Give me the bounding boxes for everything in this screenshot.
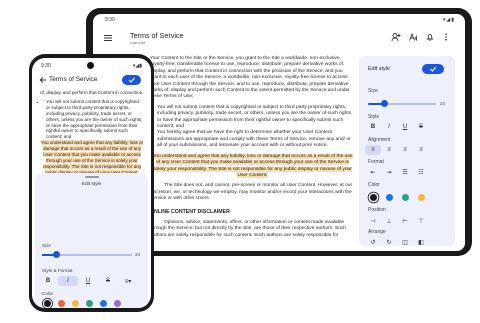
- document-body: Your Content to the Site or the Service,…: [150, 56, 355, 243]
- check-icon: [430, 66, 437, 72]
- color-swatch-yellow[interactable]: [72, 300, 79, 307]
- camera-cutout: [87, 62, 94, 69]
- add-person-icon[interactable]: [391, 32, 401, 42]
- position-right-icon[interactable]: ⊢: [397, 216, 413, 226]
- color-swatch-blue[interactable]: [386, 194, 393, 201]
- doc-bullet-list: You will not submit content that is copy…: [150, 105, 355, 150]
- notification-icon[interactable]: [425, 32, 435, 42]
- doc-paragraph: Your Content to the Site or the Service,…: [150, 56, 350, 100]
- arrange-label: Arrange: [368, 229, 386, 235]
- arrange-toolbar: ↺ ↻ ◫ ◧: [365, 237, 429, 247]
- rotate-right-icon[interactable]: ↻: [381, 237, 397, 247]
- align-justify-icon[interactable]: ≡: [413, 145, 429, 155]
- position-label: Position: [368, 207, 386, 213]
- color-swatch-teal[interactable]: [86, 300, 93, 307]
- size-value: 24: [135, 252, 141, 257]
- color-swatch-yellow[interactable]: [418, 194, 425, 201]
- bold-icon[interactable]: B: [365, 122, 381, 132]
- color-swatch-purple[interactable]: [114, 300, 121, 307]
- italic-icon[interactable]: I: [58, 276, 78, 286]
- size-slider-handle[interactable]: [381, 100, 388, 107]
- bulleted-list-icon[interactable]: ☷: [413, 167, 429, 177]
- position-left-icon[interactable]: ⊣: [365, 216, 381, 226]
- page-subtitle: Last edit: [130, 40, 146, 45]
- size-label: Size: [368, 88, 378, 94]
- sheet-drag-handle[interactable]: [85, 176, 99, 178]
- doc-heading: ONLINE CONTENT DISCLAIMER: [150, 208, 230, 215]
- edit-style-panel: Edit style Size 24 Style B I U S Alignme…: [359, 56, 455, 246]
- confirm-button[interactable]: [122, 75, 141, 85]
- strikethrough-icon[interactable]: S: [98, 276, 118, 286]
- size-slider-handle[interactable]: [53, 251, 60, 258]
- menu-icon[interactable]: [103, 33, 113, 43]
- doc-bullet: You hereby agree that we have the right …: [157, 130, 355, 149]
- panel-title: Edit style: [368, 66, 390, 72]
- page-title: Terms of Service: [49, 76, 98, 83]
- format-label: Format: [368, 159, 384, 165]
- color-swatch-blue[interactable]: [100, 300, 107, 307]
- color-swatch-orange[interactable]: [58, 300, 65, 307]
- sheet-title: Edit style: [81, 182, 102, 187]
- doc-paragraph: Opinions, advice, statements, offers, or…: [150, 219, 347, 238]
- status-time: 9:30: [105, 17, 115, 23]
- bring-forward-icon[interactable]: ◫: [397, 237, 413, 247]
- underline-icon[interactable]: U: [78, 276, 98, 286]
- numbered-list-icon[interactable]: ☰: [397, 167, 413, 177]
- phone-screen: 9:30 ▾◢▮ Terms of Service of, display, a…: [32, 58, 151, 308]
- doc-bullet: You will not submit content that is copy…: [46, 99, 144, 140]
- style-toolbar: B I U S: [365, 122, 429, 132]
- italic-icon[interactable]: I: [381, 122, 397, 132]
- position-center-icon[interactable]: ⊥: [381, 216, 397, 226]
- style-format-label: Style & Format: [42, 268, 73, 273]
- indent-decrease-icon[interactable]: ⇤: [365, 167, 381, 177]
- highlight-selection: You understand and agree that any liabil…: [152, 153, 353, 178]
- size-value: 24: [440, 101, 446, 106]
- text-format-icon[interactable]: [408, 32, 418, 42]
- color-label: Color: [368, 182, 380, 188]
- color-swatch-black[interactable]: [370, 194, 377, 201]
- alignment-label: Alignment: [368, 137, 391, 143]
- align-center-icon[interactable]: ≡: [381, 145, 397, 155]
- position-toolbar: ⊣ ⊥ ⊢ ⊤: [365, 216, 429, 226]
- doc-highlighted-paragraph[interactable]: You understand and agree that any liabil…: [40, 140, 144, 175]
- color-swatch-teal[interactable]: [402, 194, 409, 201]
- rotate-left-icon[interactable]: ↺: [365, 237, 381, 247]
- format-toolbar: ⇤ ⇥ ☰ ☷: [365, 167, 429, 177]
- check-icon: [128, 77, 135, 83]
- more-vert-icon[interactable]: [441, 32, 451, 42]
- align-dropdown-icon[interactable]: ≡▾: [118, 276, 138, 286]
- size-label: Size: [42, 243, 51, 248]
- doc-highlighted-paragraph[interactable]: You understand and agree that any liabil…: [150, 153, 355, 180]
- alignment-toolbar: ≡ ≡ ≡ ≡: [365, 145, 429, 155]
- strikethrough-icon[interactable]: S: [413, 122, 429, 132]
- position-top-icon[interactable]: ⊤: [413, 216, 429, 226]
- send-backward-icon[interactable]: ◧: [413, 237, 429, 247]
- status-icons: ▾◢▮: [442, 17, 455, 23]
- doc-bullet-list: You will not submit content that is copy…: [40, 99, 144, 140]
- color-swatches: [370, 194, 425, 201]
- doc-bullet: You will not submit content that is copy…: [157, 105, 355, 131]
- color-swatches: [44, 300, 121, 307]
- bold-icon[interactable]: B: [38, 276, 58, 286]
- page-title: Terms of Service: [130, 31, 184, 40]
- confirm-button[interactable]: [422, 64, 444, 74]
- doc-paragraph: of, display, and perform that Content in…: [40, 90, 144, 95]
- indent-increase-icon[interactable]: ⇥: [381, 167, 397, 177]
- status-icons: ▾◢▮: [132, 63, 142, 69]
- style-label: Style: [368, 114, 380, 120]
- style-toolbar: B I U S ≡▾: [38, 276, 138, 286]
- size-slider-fill: [368, 103, 382, 105]
- back-arrow-icon[interactable]: [39, 76, 47, 84]
- doc-paragraph: The Site does not, and cannot, pre-scree…: [150, 183, 353, 202]
- underline-icon[interactable]: U: [397, 122, 413, 132]
- color-swatch-black[interactable]: [44, 300, 51, 307]
- color-label: Color: [42, 291, 53, 296]
- align-left-icon[interactable]: ≡: [365, 145, 381, 155]
- highlight-selection: You understand and agree that any liabil…: [40, 140, 144, 175]
- status-time: 9:30: [41, 63, 51, 69]
- edit-style-sheet: Edit style Size 24 Style & Format B I U …: [35, 173, 148, 308]
- align-right-icon[interactable]: ≡: [397, 145, 413, 155]
